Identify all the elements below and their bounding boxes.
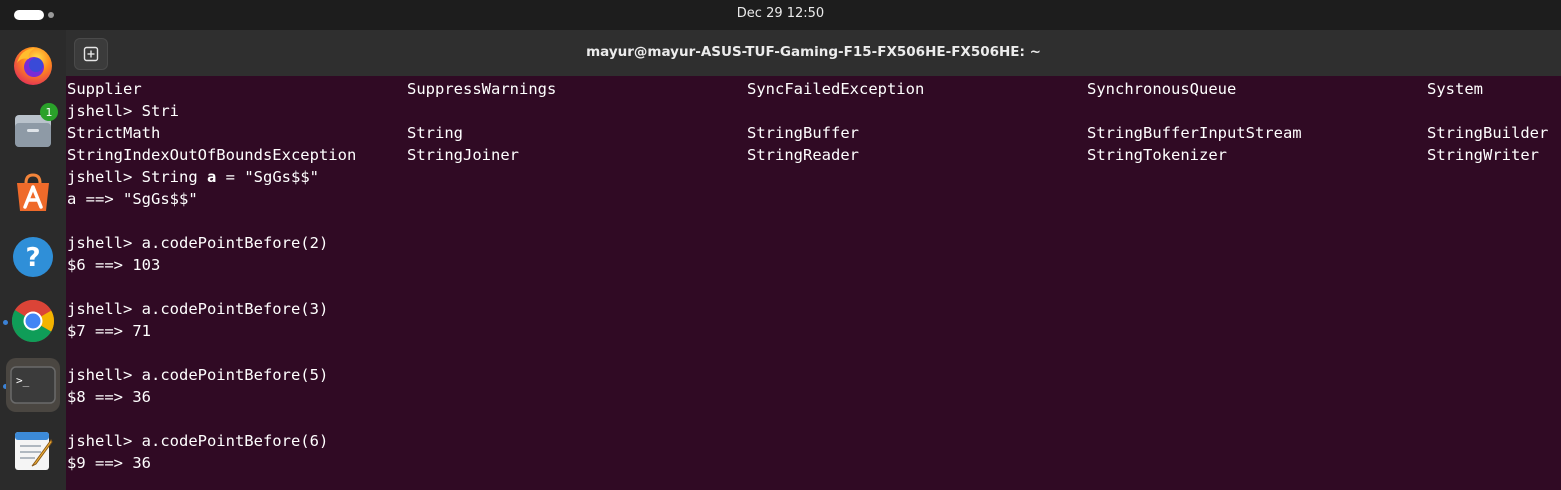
prompt-line: jshell> a.codePointBefore(5) xyxy=(67,366,329,384)
terminal-icon: >_ xyxy=(10,366,56,404)
completion-row-3: StringIndexOutOfBoundsException StringJo… xyxy=(67,144,1539,166)
window-title: mayur@mayur-ASUS-TUF-Gaming-F15-FX506HE-… xyxy=(586,44,1041,60)
dock-item-files[interactable]: 1 xyxy=(6,102,60,156)
completion-item: StringBufferInputStream xyxy=(1087,124,1302,142)
completion-item: Supplier xyxy=(67,80,142,98)
terminal-area[interactable]: Supplier SuppressWarnings SyncFailedExce… xyxy=(66,76,1561,490)
completion-item: StringReader xyxy=(747,146,859,164)
completion-item: StringIndexOutOfBoundsException xyxy=(67,146,357,164)
completion-item: String xyxy=(407,124,463,142)
completion-item: StringJoiner xyxy=(407,146,519,164)
completion-item: SyncFailedException xyxy=(747,80,925,98)
completion-item: StringTokenizer xyxy=(1087,146,1227,164)
help-icon: ? xyxy=(13,237,53,277)
prompt-line: jshell> String a = "SgGs$$" xyxy=(67,166,319,188)
dock: 1 ? >_ xyxy=(0,30,66,490)
dock-item-app-center[interactable] xyxy=(6,166,60,220)
prompt-prefix: jshell> String xyxy=(67,168,207,186)
dock-item-firefox[interactable] xyxy=(6,38,60,92)
completion-item: StrictMath xyxy=(67,124,161,142)
completion-row-1: Supplier SuppressWarnings SyncFailedExce… xyxy=(67,78,1483,100)
output-line: $7 ==> 71 xyxy=(67,322,151,340)
variable-name: a xyxy=(206,168,217,186)
dock-item-terminal[interactable]: >_ xyxy=(6,358,60,412)
dock-item-chrome[interactable] xyxy=(6,294,60,348)
completion-item: SynchronousQueue xyxy=(1087,80,1237,98)
prompt-suffix: = "SgGs$$" xyxy=(216,168,319,186)
completion-item: StringWriter xyxy=(1427,146,1539,164)
firefox-icon xyxy=(14,47,52,85)
completion-item: SuppressWarnings xyxy=(407,80,557,98)
files-badge: 1 xyxy=(40,103,58,121)
prompt-line: jshell> Stri xyxy=(67,102,179,120)
output-line: $6 ==> 103 xyxy=(67,256,161,274)
svg-text:>_: >_ xyxy=(16,374,30,387)
output-line: a ==> "SgGs$$" xyxy=(67,190,198,208)
svg-text:?: ? xyxy=(25,243,40,273)
dock-item-text-editor[interactable] xyxy=(6,422,60,476)
text-editor-icon xyxy=(15,432,53,470)
dock-item-help[interactable]: ? xyxy=(6,230,60,284)
clock[interactable]: Dec 29 12:50 xyxy=(0,6,1561,21)
chrome-icon xyxy=(11,299,55,343)
terminal-titlebar: mayur@mayur-ASUS-TUF-Gaming-F15-FX506HE-… xyxy=(66,30,1561,76)
output-line: $8 ==> 36 xyxy=(67,388,151,406)
prompt-line: jshell> a.codePointBefore(2) xyxy=(67,234,329,252)
completion-item: StringBuffer xyxy=(747,124,859,142)
output-line: $9 ==> 36 xyxy=(67,454,151,472)
completion-item: System xyxy=(1427,80,1483,98)
prompt-line: jshell> a.codePointBefore(6) xyxy=(67,432,329,450)
app-center-icon xyxy=(17,173,49,211)
prompt-line: jshell> a.codePointBefore(3) xyxy=(67,300,329,318)
top-bar: Dec 29 12:50 xyxy=(0,0,1561,30)
completion-item: StringBuilder xyxy=(1427,124,1549,142)
completion-row-2: StrictMath String StringBuffer StringBuf… xyxy=(67,122,1548,144)
